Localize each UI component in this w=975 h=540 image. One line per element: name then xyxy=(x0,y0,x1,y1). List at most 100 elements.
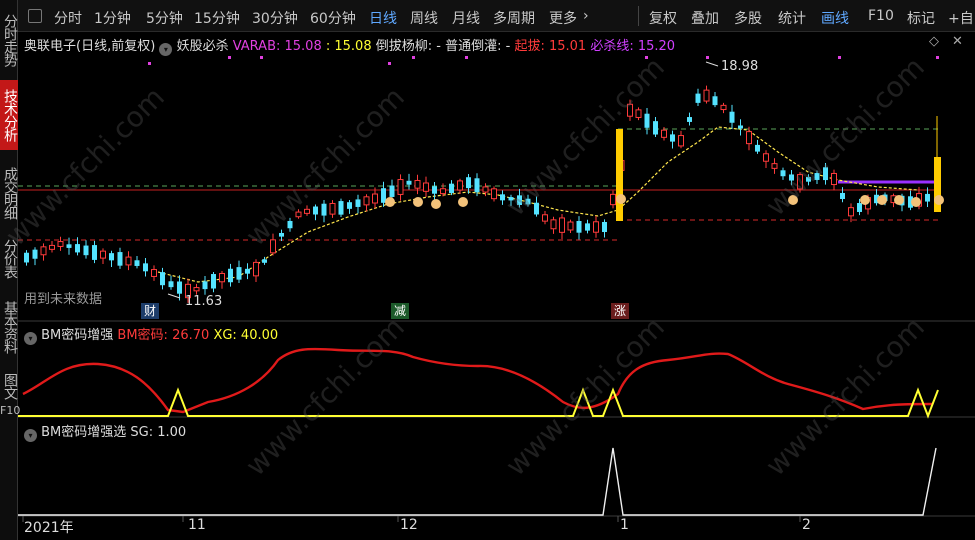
candle-body xyxy=(414,179,421,189)
badge-rise[interactable]: 涨 xyxy=(611,303,630,319)
candle-body xyxy=(771,163,778,169)
period-1min[interactable]: 1分钟 xyxy=(94,8,131,28)
candle-body xyxy=(432,186,437,194)
period-60min[interactable]: 60分钟 xyxy=(310,8,356,28)
surge-bar-left xyxy=(616,129,623,221)
period-30min[interactable]: 30分钟 xyxy=(252,8,298,28)
candle-body xyxy=(270,239,276,254)
candle-body xyxy=(338,201,344,215)
candle-body xyxy=(517,195,522,205)
candle-body xyxy=(40,246,47,256)
candle-body xyxy=(193,287,200,292)
sub1-title[interactable]: BM密码增强 xyxy=(41,328,113,343)
candle-body xyxy=(755,144,760,152)
candle-body xyxy=(534,202,539,215)
low-pointer-line xyxy=(167,293,181,299)
btn-add[interactable]: +自 xyxy=(948,8,974,28)
candle-body xyxy=(567,221,574,231)
tab-price-table[interactable]: 分价表 xyxy=(0,232,18,284)
period-5min[interactable]: 5分钟 xyxy=(146,8,183,28)
period-daily[interactable]: 日线 xyxy=(369,8,397,28)
candle-body xyxy=(109,253,114,261)
tab-f10[interactable]: F10 xyxy=(0,404,20,417)
candle-body xyxy=(75,244,80,253)
badge-reduce[interactable]: 减 xyxy=(391,303,410,319)
candle-body xyxy=(177,281,182,294)
candle-body xyxy=(287,220,293,229)
candle-body xyxy=(797,174,803,190)
btn-stats[interactable]: 统计 xyxy=(778,8,806,28)
candle-body xyxy=(500,194,505,201)
candle-body xyxy=(279,232,284,237)
candle-body xyxy=(466,177,471,189)
candle-body xyxy=(24,252,29,263)
candle-body xyxy=(653,121,658,135)
tab-basic-info[interactable]: 基本资料 xyxy=(0,292,18,362)
candle-body xyxy=(202,281,208,290)
high-pointer-line xyxy=(705,61,719,67)
candle-body xyxy=(211,274,216,289)
candle-body xyxy=(610,193,616,206)
sub2-title[interactable]: BM密码增强选 xyxy=(41,425,126,440)
candle-body xyxy=(363,196,370,206)
candle-body xyxy=(100,250,106,259)
candle-body xyxy=(57,241,64,247)
checkbox-icon[interactable] xyxy=(28,9,42,23)
candle-body xyxy=(440,188,446,195)
dropdown-circle-icon[interactable]: ▾ xyxy=(24,332,37,345)
candle-body xyxy=(92,245,97,260)
x-label-12: 12 xyxy=(400,517,418,533)
candle-body xyxy=(763,153,769,162)
candle-body xyxy=(397,179,404,195)
candle-body xyxy=(32,249,38,259)
candle-body xyxy=(712,96,718,106)
tab-trade-detail[interactable]: 成交明细 xyxy=(0,158,18,228)
candle-body xyxy=(593,221,599,233)
tab-technical-analysis[interactable]: 技术分析 xyxy=(0,80,18,150)
bm-password-line xyxy=(22,347,934,414)
dropdown-circle-icon[interactable]: ▾ xyxy=(24,429,37,442)
candle-body xyxy=(313,206,318,215)
period-15min[interactable]: 15分钟 xyxy=(194,8,240,28)
candle-body xyxy=(406,180,412,185)
btn-multi-stock[interactable]: 多股 xyxy=(734,8,762,28)
candle-body xyxy=(729,111,735,123)
btn-overlay[interactable]: 叠加 xyxy=(691,8,719,28)
btn-fuquan[interactable]: 复权 xyxy=(649,8,677,28)
btn-draw-line[interactable]: 画线 xyxy=(821,8,849,28)
candle-body xyxy=(559,217,565,233)
candle-body xyxy=(66,244,72,248)
signal-dots xyxy=(148,56,939,65)
candle-body xyxy=(627,103,633,117)
candle-body xyxy=(585,223,590,231)
xg-value: XG: 40.00 xyxy=(213,328,279,343)
badge-finance[interactable]: 财 xyxy=(141,303,160,319)
tab-fenshi[interactable]: 分时走势 xyxy=(0,8,18,72)
period-multi[interactable]: 多周期 xyxy=(493,8,535,28)
period-weekly[interactable]: 周线 xyxy=(410,8,438,28)
candle-body xyxy=(134,260,140,266)
btn-mark[interactable]: 标记 xyxy=(907,8,935,28)
period-more[interactable]: 更多 xyxy=(549,8,577,28)
candle-body xyxy=(848,207,854,217)
candle-body xyxy=(695,93,701,103)
candle-body xyxy=(117,252,123,266)
candle-body xyxy=(347,202,352,209)
candle-body xyxy=(814,173,820,180)
candle-body xyxy=(857,203,862,212)
kline-chart[interactable] xyxy=(18,32,975,540)
sub2-info-line: ▾ BM密码增强选 SG: 1.00 xyxy=(24,421,186,442)
candle-body xyxy=(925,193,930,202)
period-fenshi[interactable]: 分时 xyxy=(54,8,82,28)
candle-body xyxy=(236,267,242,280)
tab-graphic[interactable]: 图文 xyxy=(0,368,18,404)
candle-body xyxy=(219,272,225,283)
period-monthly[interactable]: 月线 xyxy=(452,8,480,28)
candle-body xyxy=(508,197,514,201)
btn-f10[interactable]: F10 xyxy=(868,8,894,24)
candle-body xyxy=(840,192,845,200)
candle-body xyxy=(720,104,727,111)
candle-body xyxy=(423,182,429,192)
x-label-2021: 2021年 xyxy=(24,520,74,536)
more-chevron-icon[interactable]: › xyxy=(583,8,589,24)
